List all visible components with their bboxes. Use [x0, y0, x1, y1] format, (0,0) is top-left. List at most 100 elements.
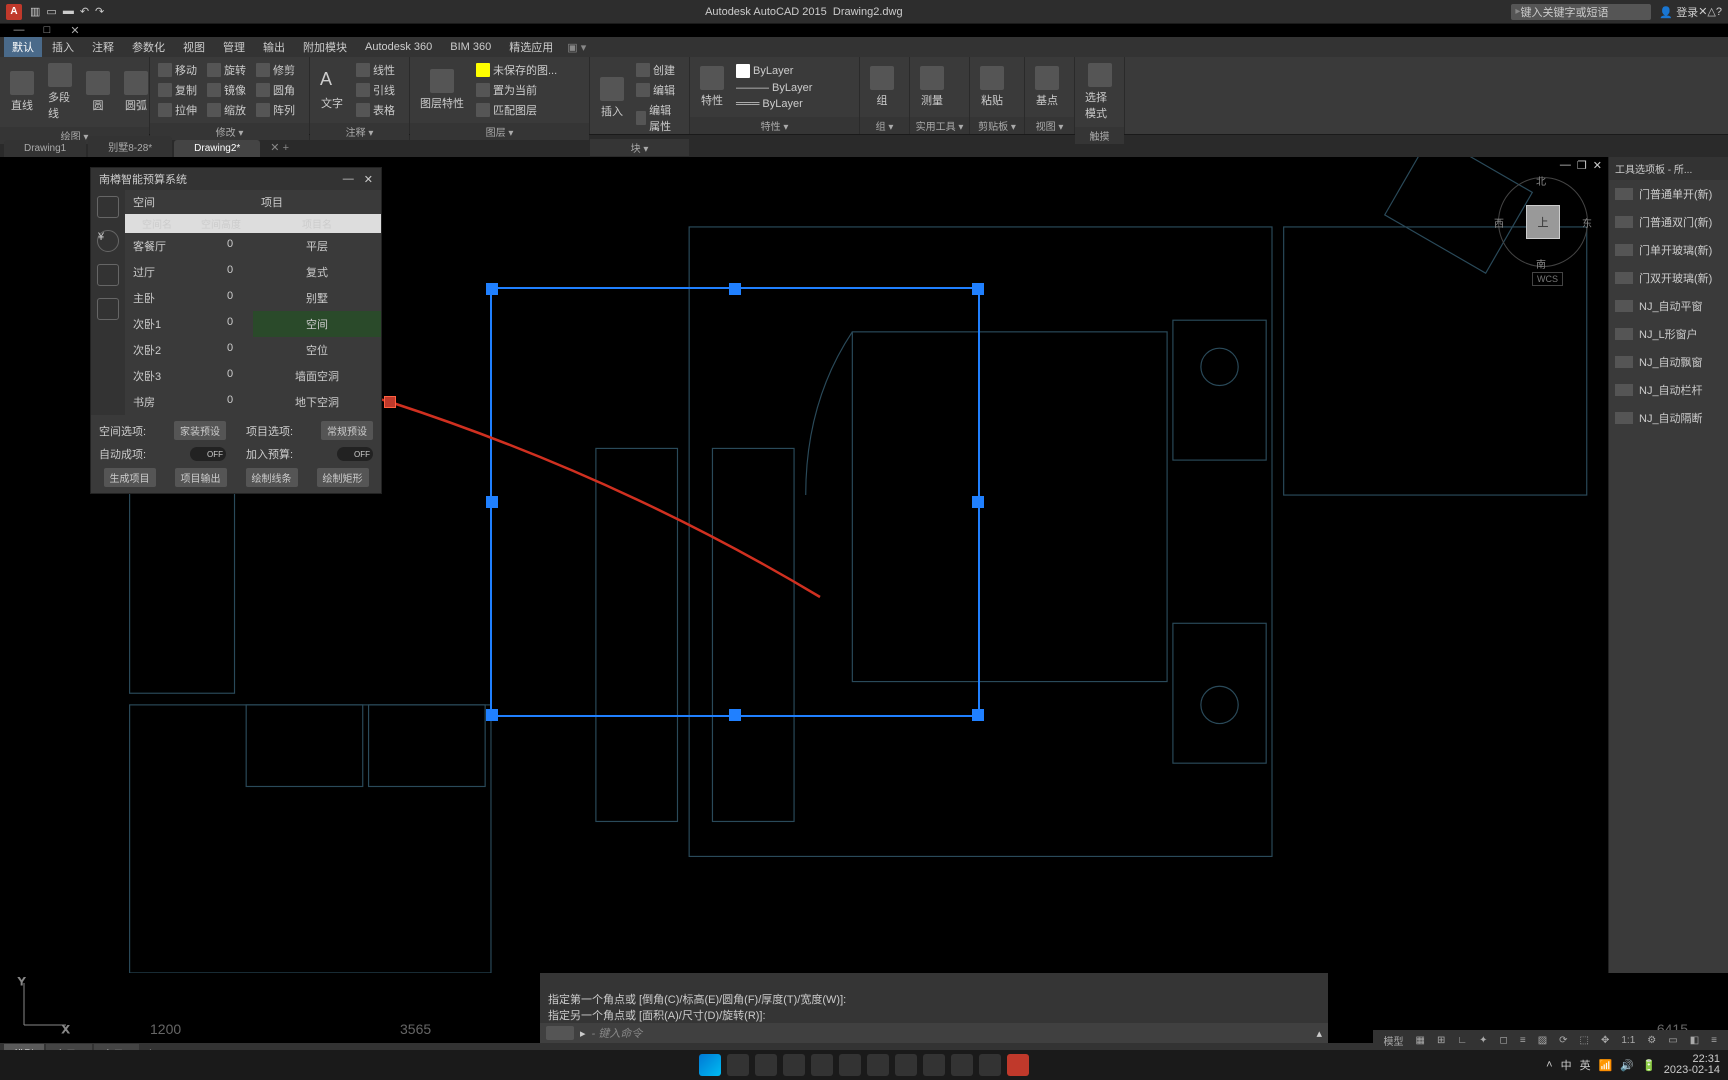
status-osnap-icon[interactable]: ◻: [1497, 1035, 1511, 1046]
project-row-3[interactable]: 空间: [253, 311, 381, 337]
project-row-6[interactable]: 地下空洞: [253, 389, 381, 415]
space-row-6[interactable]: 书房0: [125, 389, 253, 415]
space-row-3[interactable]: 次卧10: [125, 311, 253, 337]
taskbar-app6-icon[interactable]: [979, 1054, 1001, 1076]
palette-item-7[interactable]: NJ_自动栏杆: [1609, 376, 1728, 404]
add-budget-toggle[interactable]: OFF: [337, 447, 373, 461]
export-project-button[interactable]: 项目输出: [175, 468, 227, 487]
tool-line[interactable]: 直线: [6, 69, 38, 115]
panel-close-icon[interactable]: ✕: [364, 173, 373, 186]
doctab-1[interactable]: 别墅8-28*: [88, 136, 172, 157]
project-row-2[interactable]: 别墅: [253, 285, 381, 311]
taskbar-app3-icon[interactable]: [895, 1054, 917, 1076]
tray-clock[interactable]: 22:312023-02-14: [1664, 1054, 1720, 1076]
status-max-icon[interactable]: ▭: [1665, 1035, 1680, 1046]
tool-rotate[interactable]: 旋转: [205, 61, 248, 79]
tool-touchmode[interactable]: 选择模式: [1081, 61, 1118, 123]
tool-group[interactable]: 组: [866, 64, 898, 110]
status-gear-icon[interactable]: ⚙: [1644, 1035, 1659, 1046]
tool-measure[interactable]: 测量: [916, 64, 948, 110]
status-clean-icon[interactable]: ◧: [1687, 1035, 1702, 1046]
taskbar-app4-icon[interactable]: [923, 1054, 945, 1076]
tool-layerprop[interactable]: 图层特性: [416, 67, 468, 113]
menu-a360[interactable]: Autodesk 360: [357, 39, 440, 55]
a360-icon[interactable]: △: [1707, 5, 1715, 18]
status-custom-icon[interactable]: ≡: [1708, 1035, 1720, 1046]
close-button[interactable]: ✕: [68, 24, 82, 37]
space-row-1[interactable]: 过厅0: [125, 259, 253, 285]
space-row-0[interactable]: 客餐厅0: [125, 233, 253, 259]
menu-default[interactable]: 默认: [4, 37, 42, 57]
status-polar-icon[interactable]: ✦: [1476, 1035, 1490, 1046]
grip-l[interactable]: [486, 496, 498, 508]
tool-table[interactable]: 表格: [354, 101, 397, 119]
tool-circle[interactable]: 圆: [82, 69, 114, 115]
generate-project-button[interactable]: 生成项目: [104, 468, 156, 487]
selection-rect[interactable]: [490, 287, 980, 717]
taskbar-taskview-icon[interactable]: [755, 1054, 777, 1076]
command-input[interactable]: - 键入命令: [592, 1025, 1311, 1041]
tool-palette-title[interactable]: 工具选项板 - 所...: [1609, 157, 1728, 180]
tool-text[interactable]: A文字: [316, 67, 348, 113]
tool-editattr[interactable]: 编辑属性: [634, 101, 683, 135]
taskbar-app2-icon[interactable]: [867, 1054, 889, 1076]
panel-titlebar[interactable]: 南樽智能预算系统 — ✕: [91, 168, 381, 190]
menu-annotate[interactable]: 注释: [84, 37, 122, 57]
qat-undo-icon[interactable]: ↶: [80, 5, 89, 18]
tool-arc[interactable]: 圆弧: [120, 69, 152, 115]
status-lw-icon[interactable]: ≡: [1517, 1035, 1529, 1046]
tray-wifi-icon[interactable]: 📶: [1599, 1059, 1613, 1072]
tool-insertblock[interactable]: 插入: [596, 75, 628, 121]
tool-array[interactable]: 阵列: [254, 101, 297, 119]
tool-editblock[interactable]: 编辑: [634, 81, 683, 99]
project-tab[interactable]: 项目: [253, 190, 381, 214]
palette-item-8[interactable]: NJ_自动隔断: [1609, 404, 1728, 432]
tool-trim[interactable]: 修剪: [254, 61, 297, 79]
palette-item-4[interactable]: NJ_自动平窗: [1609, 292, 1728, 320]
palette-item-5[interactable]: NJ_L形窗户: [1609, 320, 1728, 348]
project-row-4[interactable]: 空位: [253, 337, 381, 363]
taskbar-app5-icon[interactable]: [951, 1054, 973, 1076]
grip-tr[interactable]: [972, 283, 984, 295]
grip-r[interactable]: [972, 496, 984, 508]
grip-br[interactable]: [972, 709, 984, 721]
taskbar-edge-icon[interactable]: [811, 1054, 833, 1076]
palette-item-3[interactable]: 门双开玻璃(新): [1609, 264, 1728, 292]
grip-t[interactable]: [729, 283, 741, 295]
layer-dropdown[interactable]: 未保存的图...: [474, 61, 583, 79]
exchange-icon[interactable]: ✕: [1698, 5, 1707, 18]
palette-item-6[interactable]: NJ_自动飘窗: [1609, 348, 1728, 376]
menu-addins[interactable]: 附加模块: [295, 37, 355, 57]
drawing-area[interactable]: [-][俯视][二维线框]: [0, 157, 1728, 973]
menu-bim360[interactable]: BIM 360: [442, 39, 499, 55]
menu-expand-icon[interactable]: ▣ ▾: [567, 41, 586, 54]
menu-parametric[interactable]: 参数化: [124, 37, 173, 57]
palette-item-1[interactable]: 门普通双门(新): [1609, 208, 1728, 236]
tool-paste[interactable]: 粘贴: [976, 64, 1008, 110]
tool-stretch[interactable]: 拉伸: [156, 101, 199, 119]
taskbar-app1-icon[interactable]: [839, 1054, 861, 1076]
tool-properties[interactable]: 特性: [696, 64, 728, 110]
doc-close-icon[interactable]: ✕: [1593, 159, 1602, 172]
status-snap-icon[interactable]: ⊞: [1434, 1035, 1448, 1046]
palette-item-0[interactable]: 门普通单开(新): [1609, 180, 1728, 208]
status-model[interactable]: 模型: [1381, 1033, 1407, 1048]
draw-rect-button[interactable]: 绘制矩形: [317, 468, 369, 487]
panel-minimize-icon[interactable]: —: [343, 173, 354, 186]
qat-new-icon[interactable]: ▥: [30, 5, 40, 18]
space-row-2[interactable]: 主卧0: [125, 285, 253, 311]
status-ortho-icon[interactable]: ∟: [1454, 1035, 1470, 1046]
doc-min-icon[interactable]: —: [1560, 159, 1571, 172]
menu-featured[interactable]: 精选应用: [501, 37, 561, 57]
doctab-2[interactable]: Drawing2*: [174, 140, 260, 157]
panel-nav-money-icon[interactable]: ¥: [97, 230, 119, 252]
tool-move[interactable]: 移动: [156, 61, 199, 79]
wcs-label[interactable]: WCS: [1532, 272, 1563, 286]
status-transparency-icon[interactable]: ▨: [1535, 1035, 1550, 1046]
help-icon[interactable]: ?: [1716, 6, 1722, 18]
space-row-4[interactable]: 次卧20: [125, 337, 253, 363]
qat-redo-icon[interactable]: ↷: [95, 5, 104, 18]
tray-battery-icon[interactable]: 🔋: [1642, 1059, 1656, 1072]
taskbar-search-icon[interactable]: [727, 1054, 749, 1076]
tool-basepoint[interactable]: 基点: [1031, 64, 1063, 110]
